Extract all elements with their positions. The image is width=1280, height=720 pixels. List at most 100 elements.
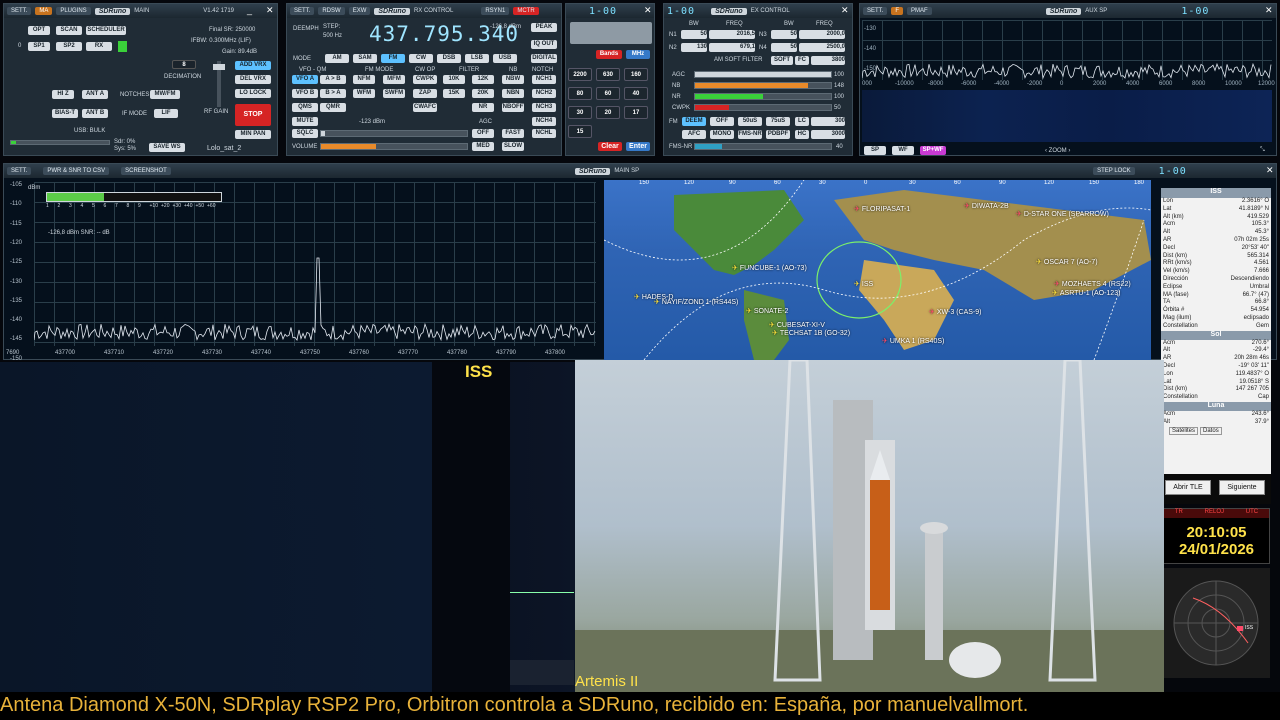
deem-off-button[interactable]: OFF	[710, 117, 734, 126]
cwafc-button[interactable]: CWAFC	[413, 103, 437, 112]
n4-bw[interactable]: 50	[771, 43, 797, 52]
nbn-button[interactable]: NBN	[502, 89, 524, 98]
aux-zoom-control[interactable]: ‹ ZOOM ›	[1045, 148, 1070, 154]
cwpk-button[interactable]: CWPK	[413, 75, 437, 84]
n2-freq[interactable]: 679,1	[709, 43, 755, 52]
swfm-button[interactable]: SWFM	[383, 89, 405, 98]
rf-gain-knob[interactable]	[213, 64, 225, 70]
agc-slow-button[interactable]: SLOW	[502, 142, 524, 151]
deem-50us-button[interactable]: 50uS	[738, 117, 762, 126]
nch1-button[interactable]: NCH1	[532, 75, 556, 84]
aux-waterfall[interactable]	[862, 90, 1272, 142]
satellite-marker[interactable]: TECHSAT 1B (GO-32)	[772, 329, 850, 337]
exw-button[interactable]: EXW	[348, 7, 371, 15]
lo-lock-button[interactable]: LO LOCK	[235, 89, 271, 98]
pwr-snr-csv-button[interactable]: PWR & SNR TO CSV	[43, 167, 110, 175]
mono-button[interactable]: MONO	[710, 130, 734, 139]
wfm-button[interactable]: WFM	[353, 89, 375, 98]
pms-nr-slider[interactable]	[694, 143, 832, 150]
filter-15k-button[interactable]: 15K	[443, 89, 465, 98]
aux-f-button[interactable]: F	[891, 7, 904, 15]
satellite-marker[interactable]: XW-3 (CAS-9)	[929, 308, 982, 316]
band-key-15[interactable]: 15	[568, 125, 592, 138]
aux-sp-button[interactable]: SP	[864, 146, 886, 155]
squelch-slider[interactable]	[320, 130, 468, 137]
scheduler-button[interactable]: SCHEDULER	[86, 26, 126, 35]
fc-button[interactable]: FC	[795, 56, 809, 65]
n3-bw[interactable]: 50	[771, 30, 797, 39]
pdbpf-button[interactable]: PDBPF	[766, 130, 790, 139]
ant-a-button[interactable]: ANT A	[82, 90, 108, 99]
peak-button[interactable]: PEAK	[531, 23, 557, 32]
satellite-marker[interactable]: MOZHAETS 4 (RS22)	[1054, 280, 1131, 288]
siguiente-button[interactable]: Siguiente	[1219, 480, 1265, 495]
rdsw-button[interactable]: RDSW	[318, 7, 345, 15]
scan-button[interactable]: SCAN	[56, 26, 82, 35]
mute-button[interactable]: MUTE	[292, 117, 318, 126]
satellite-marker[interactable]: DIWATA-2B	[964, 202, 1009, 210]
enter-button[interactable]: Enter	[626, 142, 650, 151]
abrir-tle-button[interactable]: Abrir TLE	[1165, 480, 1211, 495]
fms-nr-button[interactable]: FMS-NR	[738, 130, 762, 139]
n1-freq[interactable]: 2016,5	[709, 30, 755, 39]
sqlc-button[interactable]: SQLC	[292, 129, 318, 138]
nch4-button[interactable]: NCH4	[532, 117, 556, 126]
mode-button-lsb[interactable]: LSB	[465, 54, 489, 63]
deem-75us-button[interactable]: 75uS	[766, 117, 790, 126]
bands-button[interactable]: Bands	[596, 50, 622, 59]
band-key-60[interactable]: 60	[596, 87, 620, 100]
hiz-button[interactable]: HI Z	[52, 90, 74, 99]
main-close-icon[interactable]: ✕	[266, 5, 274, 16]
band-key-160[interactable]: 160	[624, 68, 648, 81]
rsyn-button[interactable]: RSYN1	[481, 7, 510, 15]
orbitron-map[interactable]: 1501209060300306090120150180 60300 FLORI…	[604, 180, 1151, 360]
iq-out-button[interactable]: IQ OUT	[531, 40, 557, 49]
band-key-30[interactable]: 30	[568, 106, 592, 119]
add-vrx-button[interactable]: ADD VRX	[235, 61, 271, 70]
mhz-button[interactable]: MHz	[626, 50, 650, 59]
save-ws-button[interactable]: SAVE WS	[149, 143, 185, 152]
b-to-a-button[interactable]: B > A	[320, 89, 346, 98]
del-vrx-button[interactable]: DEL VRX	[235, 75, 271, 84]
decimation-value[interactable]: 8	[172, 60, 196, 69]
a-to-b-button[interactable]: A > B	[320, 75, 346, 84]
mode-button-usb[interactable]: USB	[493, 54, 517, 63]
deem-button[interactable]: DEEM	[682, 117, 706, 126]
lc-button[interactable]: LC	[795, 117, 809, 126]
nb-slider[interactable]	[694, 82, 832, 89]
ma-button[interactable]: MA	[35, 7, 53, 15]
nch2-button[interactable]: NCH2	[532, 89, 556, 98]
satellite-marker[interactable]: D-STAR ONE (SPARROW)	[1016, 210, 1109, 218]
satellite-marker[interactable]: ASRTU-1 (AO-123)	[1052, 289, 1121, 297]
lif-button[interactable]: LIF	[154, 109, 178, 118]
mainsp-settings-button[interactable]: SETT.	[7, 167, 32, 175]
opt-button[interactable]: OPT	[28, 26, 50, 35]
agc-off-button[interactable]: OFF	[472, 129, 494, 138]
clear-button[interactable]: Clear	[598, 142, 622, 151]
satellite-marker[interactable]: FLORIPASAT-1	[854, 205, 910, 213]
n2-bw[interactable]: 130	[681, 43, 707, 52]
n1-bw[interactable]: 50	[681, 30, 707, 39]
agc-med-button[interactable]: MED	[472, 142, 494, 151]
satellite-marker[interactable]: UMKA 1 (RS40S)	[882, 337, 944, 345]
mwfm-button[interactable]: MW/FM	[150, 90, 180, 99]
band-key-40[interactable]: 40	[624, 87, 648, 100]
mctr-button[interactable]: MCTR	[513, 7, 539, 15]
vfo-b-button[interactable]: VFO B	[292, 89, 318, 98]
band-key-17[interactable]: 17	[624, 106, 648, 119]
filter-10k-button[interactable]: 10K	[443, 75, 465, 84]
plugins-button[interactable]: PLUGINS	[56, 7, 91, 15]
nr-slider[interactable]	[694, 93, 832, 100]
step-lock-button[interactable]: STEP LOCK	[1093, 167, 1135, 175]
qms-button[interactable]: QMS	[292, 103, 318, 112]
aux-scroll-icon[interactable]: ⤡	[1260, 147, 1265, 154]
pmaf-button[interactable]: PMAF	[907, 7, 932, 15]
satellite-marker[interactable]: SONATE-2	[746, 307, 789, 315]
tab-datos[interactable]: Datos	[1200, 426, 1222, 435]
n3-freq[interactable]: 2000,0	[799, 30, 845, 39]
aux-spwf-button[interactable]: SP+WF	[920, 146, 946, 155]
band-key-20[interactable]: 20	[596, 106, 620, 119]
filter-20k-button[interactable]: 20K	[472, 89, 494, 98]
hc-button[interactable]: HC	[795, 130, 809, 139]
nbw-button[interactable]: NBW	[502, 75, 524, 84]
